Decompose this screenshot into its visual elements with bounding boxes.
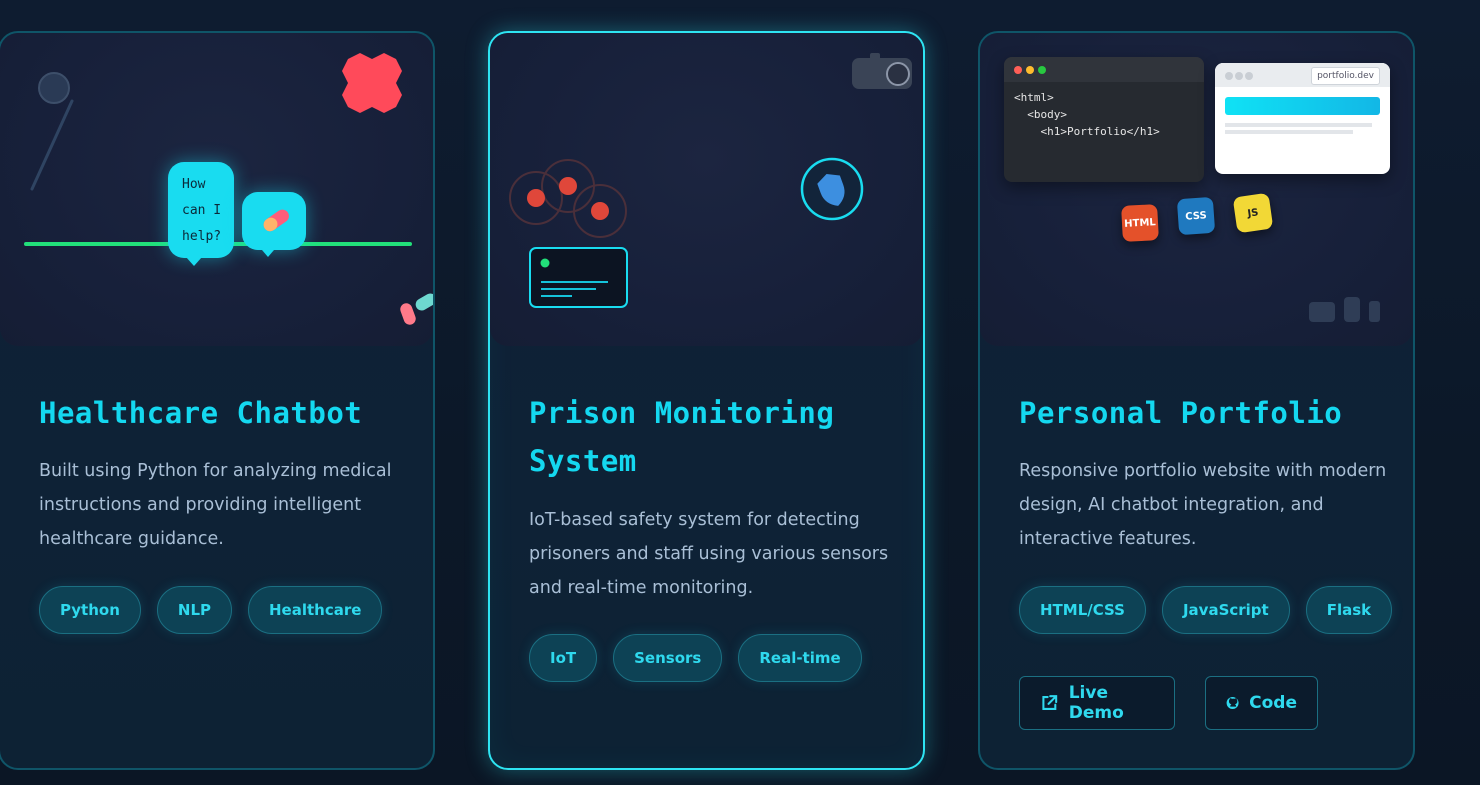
- sensor-signal-icon: [509, 159, 627, 238]
- text-line: [1225, 130, 1353, 134]
- monitor-panel-icon: [529, 247, 628, 308]
- project-description: Responsive portfolio website with modern…: [1019, 461, 1387, 549]
- text-line: [1225, 123, 1372, 127]
- window-titlebar: [1004, 57, 1204, 82]
- tag-python: Python: [39, 586, 141, 634]
- code-editor-window: <html> <body> <h1>Portfolio</h1>: [1004, 57, 1204, 182]
- external-link-icon: [1042, 695, 1058, 710]
- code-line: <html>: [1014, 91, 1054, 104]
- project-card-prison-monitoring[interactable]: Prison Monitoring System IoT-based safet…: [488, 31, 925, 770]
- laptop-icon: [1309, 302, 1335, 322]
- tech-tags: IoT Sensors Real-time: [529, 634, 862, 682]
- prison-scene: [509, 53, 912, 308]
- tag-html-css: HTML/CSS: [1019, 586, 1146, 634]
- browser-preview-window: portfolio.dev: [1215, 63, 1390, 174]
- code-button[interactable]: Code: [1205, 676, 1318, 730]
- maximize-dot-icon: [1038, 66, 1046, 74]
- javascript-badge-icon: JS: [1232, 192, 1274, 234]
- code-label: Code: [1249, 693, 1297, 713]
- tech-tags: Python NLP Healthcare: [39, 586, 383, 634]
- project-description: Built using Python for analyzing medical…: [39, 461, 392, 549]
- tech-tags: HTML/CSS JavaScript Flask: [1019, 586, 1393, 634]
- chat-bubble-text: How can I help?: [182, 177, 222, 244]
- project-title: Healthcare Chatbot: [39, 396, 363, 430]
- minimize-dot-icon: [1026, 66, 1034, 74]
- pill-icon: [400, 293, 433, 325]
- bot-reply-bubble: [242, 192, 306, 257]
- close-dot-icon: [1014, 66, 1022, 74]
- code-line: <h1>Portfolio</h1>: [1014, 125, 1160, 138]
- stethoscope-head-icon: [38, 72, 70, 104]
- tag-sensors: Sensors: [613, 634, 723, 682]
- medical-cross-icon: [342, 53, 402, 113]
- capsule-icon: [263, 209, 289, 232]
- github-icon: [1226, 697, 1239, 709]
- live-demo-button[interactable]: Live Demo: [1019, 676, 1175, 730]
- chat-bubble: How can I help?: [168, 162, 234, 266]
- stethoscope-tube: [30, 99, 74, 191]
- tag-flask: Flask: [1305, 586, 1393, 634]
- tag-healthcare: Healthcare: [248, 586, 383, 634]
- tablet-icon: [1344, 297, 1360, 322]
- browser-url: portfolio.dev: [1311, 67, 1380, 85]
- healthcare-illustration: How can I help?: [0, 33, 433, 346]
- project-description: IoT-based safety system for detecting pr…: [529, 510, 889, 598]
- browser-toolbar: portfolio.dev: [1215, 63, 1390, 87]
- hero-banner: [1225, 97, 1380, 115]
- css3-badge-icon: CSS: [1176, 196, 1216, 236]
- live-demo-label: Live Demo: [1068, 683, 1124, 723]
- project-card-healthcare-chatbot[interactable]: How can I help? Healthcare Chatbot Built…: [0, 31, 435, 770]
- shield-icon: [800, 157, 864, 221]
- project-title: Personal Portfolio: [1019, 396, 1343, 430]
- html5-badge-icon: HTML: [1121, 204, 1159, 242]
- camera-icon: [852, 53, 912, 89]
- tag-iot: IoT: [529, 634, 598, 682]
- tag-real-time: Real-time: [738, 634, 862, 682]
- tag-javascript: JavaScript: [1161, 586, 1290, 634]
- code-line: <body>: [1014, 108, 1067, 121]
- tag-nlp: NLP: [156, 586, 232, 634]
- project-title: Prison Monitoring System: [529, 396, 835, 478]
- phone-icon: [1369, 301, 1380, 322]
- prison-illustration: [490, 33, 923, 346]
